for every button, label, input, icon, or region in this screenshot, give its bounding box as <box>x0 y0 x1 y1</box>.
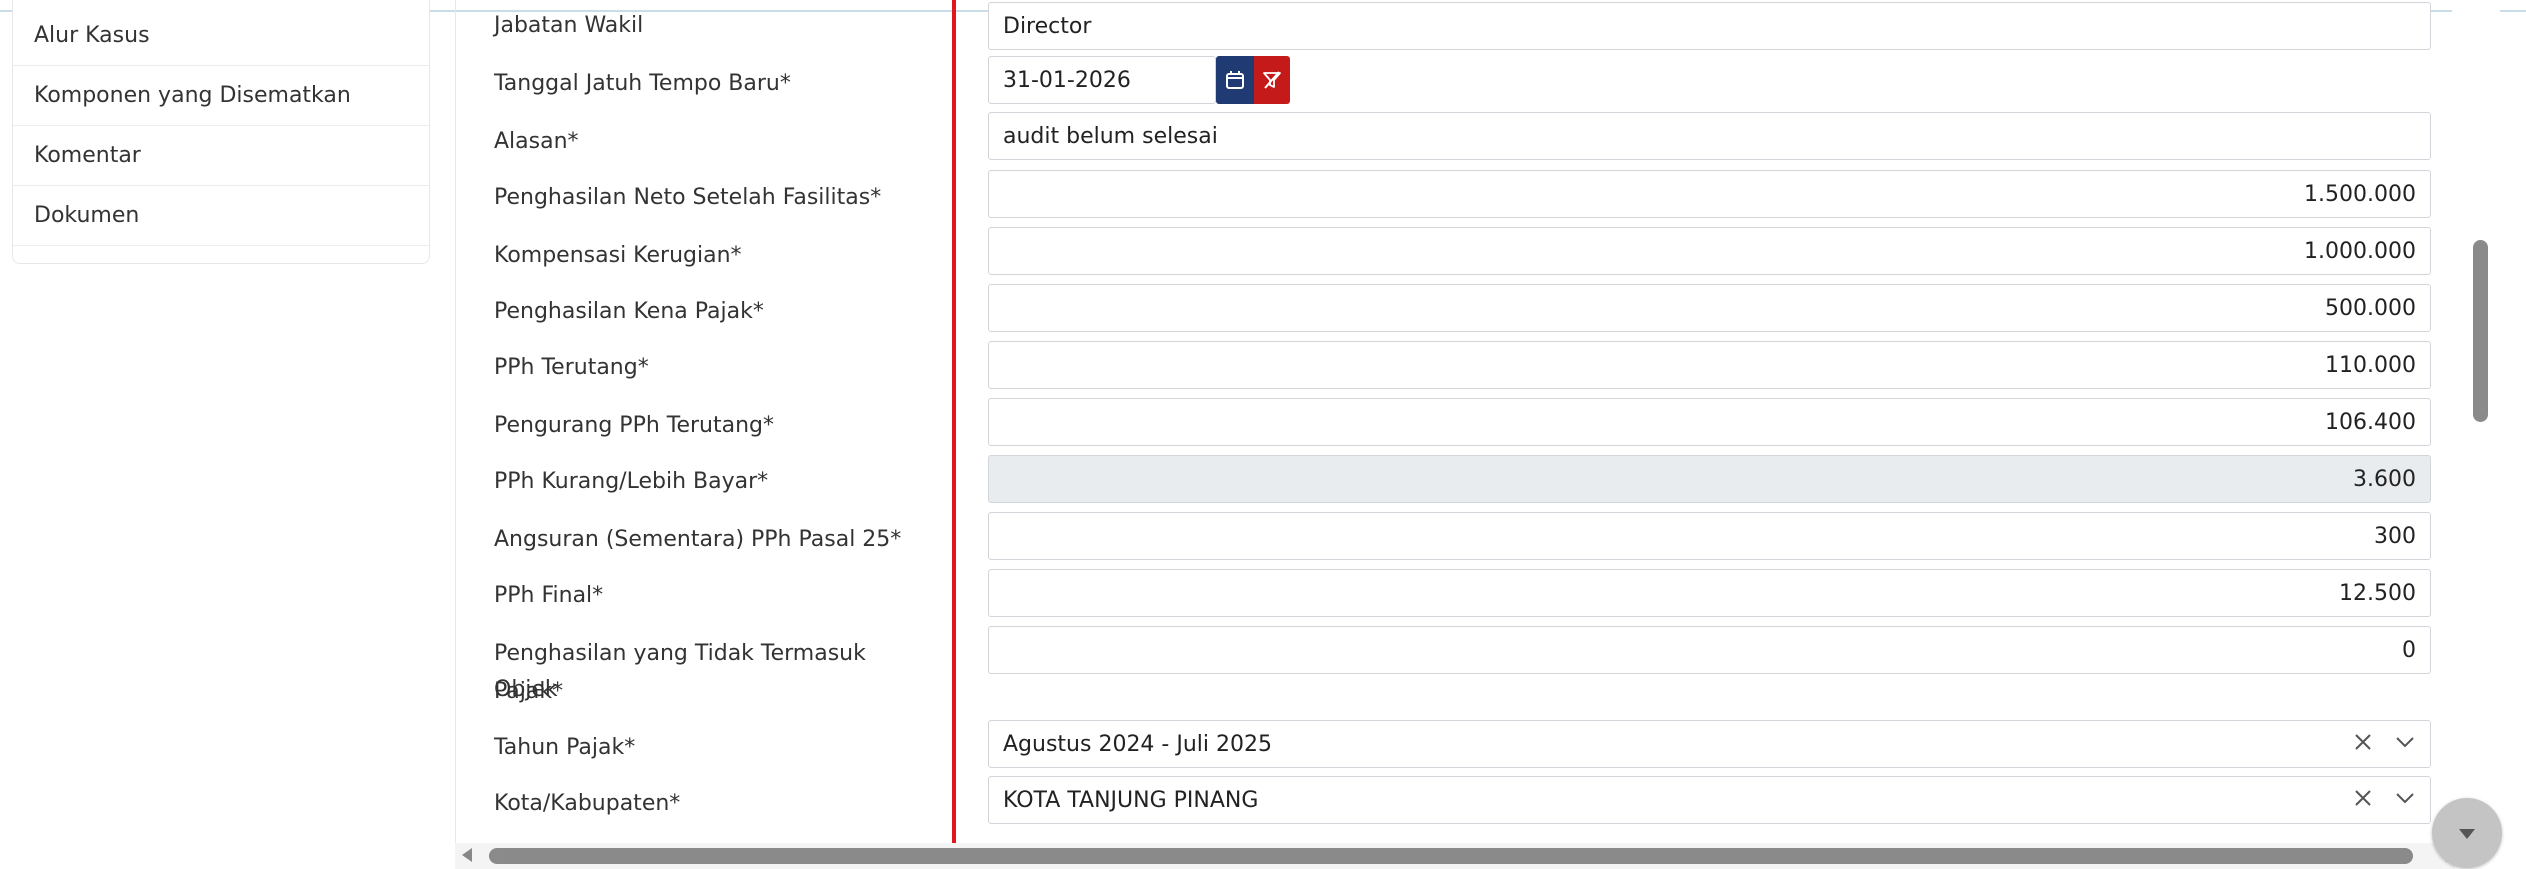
label-penghasilan-tidak-objek-2: Pajak* <box>494 679 564 704</box>
pph-terutang-input[interactable]: 110.000 <box>988 341 2431 389</box>
sidebar: Alur Kasus Komponen yang Disematkan Kome… <box>12 0 430 264</box>
label-tahun-pajak: Tahun Pajak* <box>494 735 636 760</box>
pph-final-value: 12.500 <box>2339 580 2416 606</box>
angsuran-pph25-value: 300 <box>2374 523 2416 549</box>
label-penghasilan-neto: Penghasilan Neto Setelah Fasilitas* <box>494 185 882 210</box>
label-kompensasi-kerugian: Kompensasi Kerugian* <box>494 243 742 268</box>
label-kota-kabupaten: Kota/Kabupaten* <box>494 791 681 816</box>
vertical-scrollbar-thumb[interactable] <box>2473 240 2488 422</box>
pph-terutang-value: 110.000 <box>2325 352 2416 378</box>
sidebar-item-label: Dokumen <box>34 203 140 228</box>
kompensasi-kerugian-input[interactable]: 1.000.000 <box>988 227 2431 275</box>
label-alasan: Alasan* <box>494 129 579 154</box>
clear-date-button[interactable] <box>1254 56 1290 104</box>
label-penghasilan-kena-pajak: Penghasilan Kena Pajak* <box>494 299 764 324</box>
angsuran-pph25-input[interactable]: 300 <box>988 512 2431 560</box>
close-icon[interactable] <box>2352 731 2374 753</box>
label-jabatan-wakil: Jabatan Wakil <box>494 13 644 38</box>
penghasilan-kena-pajak-input[interactable]: 500.000 <box>988 284 2431 332</box>
highlight-line <box>952 0 956 869</box>
scroll-down-button[interactable] <box>2432 798 2502 868</box>
sidebar-item-alur-kasus[interactable]: Alur Kasus <box>13 6 429 66</box>
jabatan-wakil-input[interactable]: Director <box>988 2 2431 50</box>
sidebar-item-label: Komponen yang Disematkan <box>34 83 351 108</box>
sidebar-item-dokumen[interactable]: Dokumen <box>13 186 429 246</box>
chevron-down-icon[interactable] <box>2394 787 2416 809</box>
calendar-button[interactable] <box>1216 56 1254 104</box>
kompensasi-kerugian-value: 1.000.000 <box>2304 238 2416 264</box>
pph-final-input[interactable]: 12.500 <box>988 569 2431 617</box>
kota-kabupaten-value: KOTA TANJUNG PINANG <box>1003 787 1259 813</box>
close-icon[interactable] <box>2352 787 2374 809</box>
sidebar-item-komentar[interactable]: Komentar <box>13 126 429 186</box>
penghasilan-kena-pajak-value: 500.000 <box>2325 295 2416 321</box>
chevron-down-icon[interactable] <box>2394 731 2416 753</box>
kota-kabupaten-select[interactable]: KOTA TANJUNG PINANG <box>988 776 2431 824</box>
label-pph-terutang: PPh Terutang* <box>494 355 649 380</box>
jabatan-wakil-value: Director <box>1003 13 1092 39</box>
pph-kurang-lebih-value: 3.600 <box>2353 466 2416 492</box>
label-pph-final: PPh Final* <box>494 583 604 608</box>
penghasilan-tidak-objek-input[interactable]: 0 <box>988 626 2431 674</box>
label-angsuran-pph25: Angsuran (Sementara) PPh Pasal 25* <box>494 527 902 552</box>
horizontal-scrollbar-thumb[interactable] <box>489 848 2413 864</box>
filter-clear-icon <box>1263 71 1281 89</box>
vertical-scrollbar[interactable] <box>2452 0 2500 869</box>
page: Alur Kasus Komponen yang Disematkan Kome… <box>0 0 2526 869</box>
sidebar-item-komponen[interactable]: Komponen yang Disematkan <box>13 66 429 126</box>
penghasilan-neto-input[interactable]: 1.500.000 <box>988 170 2431 218</box>
alasan-value: audit belum selesai <box>1003 123 1218 149</box>
tahun-pajak-value: Agustus 2024 - Juli 2025 <box>1003 731 1272 757</box>
caret-down-icon <box>2459 829 2475 839</box>
label-pengurang-pph: Pengurang PPh Terutang* <box>494 413 775 438</box>
label-pph-kurang-lebih: PPh Kurang/Lebih Bayar* <box>494 469 769 494</box>
label-tanggal-jatuh-tempo: Tanggal Jatuh Tempo Baru* <box>494 71 791 96</box>
alasan-input[interactable]: audit belum selesai <box>988 112 2431 160</box>
pengurang-pph-input[interactable]: 106.400 <box>988 398 2431 446</box>
penghasilan-tidak-objek-value: 0 <box>2402 637 2416 663</box>
pengurang-pph-value: 106.400 <box>2325 409 2416 435</box>
tahun-pajak-select[interactable]: Agustus 2024 - Juli 2025 <box>988 720 2431 768</box>
calendar-icon <box>1226 71 1244 89</box>
sidebar-item-label: Alur Kasus <box>34 23 150 48</box>
tanggal-value: 31-01-2026 <box>1003 67 1131 93</box>
sidebar-item-label: Komentar <box>34 143 141 168</box>
scroll-left-arrow-icon[interactable] <box>462 848 472 862</box>
tanggal-jatuh-tempo-input[interactable]: 31-01-2026 <box>988 56 1216 104</box>
penghasilan-neto-value: 1.500.000 <box>2304 181 2416 207</box>
pph-kurang-lebih-input: 3.600 <box>988 455 2431 503</box>
